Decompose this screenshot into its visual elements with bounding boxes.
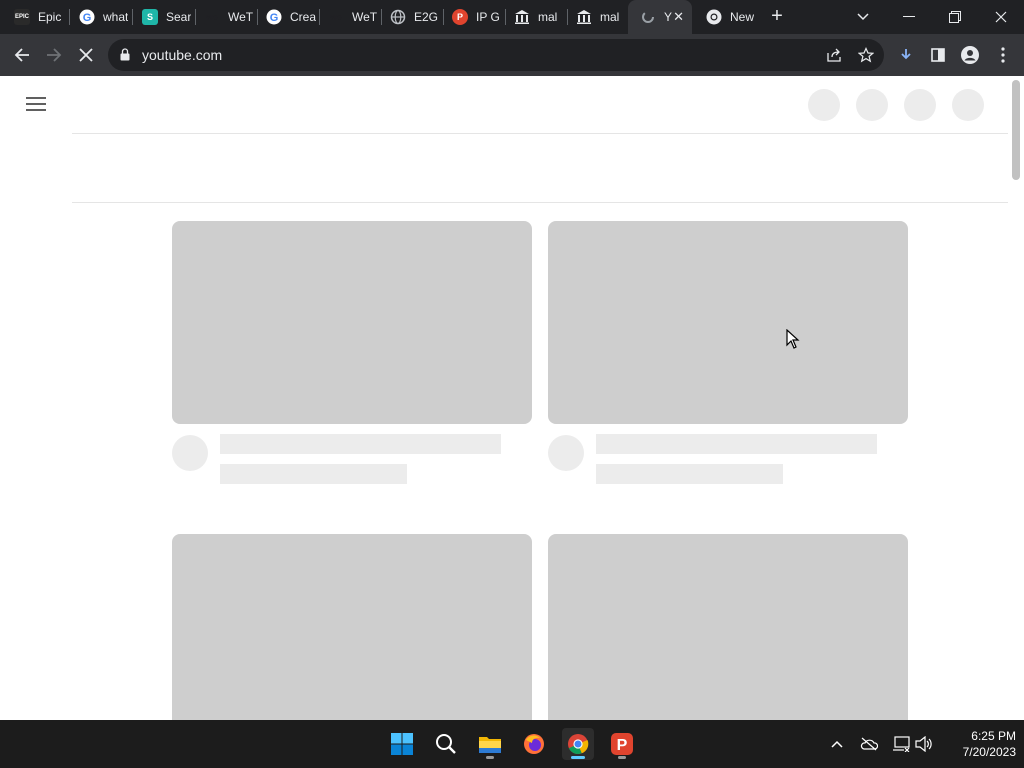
globe-icon xyxy=(390,9,406,25)
tab-search[interactable]: S Sear xyxy=(128,0,196,34)
restore-button[interactable] xyxy=(932,0,978,34)
psiphon-icon: P xyxy=(452,9,468,25)
svg-text:G: G xyxy=(270,12,279,24)
firefox-icon xyxy=(524,734,544,754)
close-window-button[interactable] xyxy=(978,0,1024,34)
onedrive-offline-icon[interactable] xyxy=(857,732,881,756)
profile-icon[interactable] xyxy=(955,40,985,70)
menu-kebab-icon[interactable] xyxy=(988,40,1018,70)
video-thumbnail-skeleton xyxy=(172,534,532,720)
url-text[interactable]: youtube.com xyxy=(142,47,222,63)
video-title-skeleton xyxy=(596,434,877,454)
folder-icon xyxy=(479,737,501,753)
video-meta-skeleton xyxy=(220,464,407,484)
windows-logo-icon xyxy=(391,733,413,755)
google-icon: G xyxy=(79,9,95,25)
channel-avatar-skeleton xyxy=(548,435,584,471)
loading-icon xyxy=(640,9,656,25)
svg-text:G: G xyxy=(83,12,92,24)
web-page-content xyxy=(0,76,1024,720)
hamburger-menu-icon[interactable] xyxy=(26,97,46,111)
google-icon: G xyxy=(266,9,282,25)
header-skeleton-circle xyxy=(904,89,936,121)
tab-e2g[interactable]: E2G xyxy=(376,0,444,34)
back-button[interactable] xyxy=(7,40,37,70)
browser-toolbar: youtube.com xyxy=(0,34,1024,76)
chip-bar-divider xyxy=(72,202,1008,203)
tab-wetransfer-2[interactable]: we WeT xyxy=(314,0,382,34)
clock-date: 7/20/2023 xyxy=(962,745,1016,759)
video-thumbnail-skeleton xyxy=(172,221,532,424)
tab-search-dropdown-icon[interactable] xyxy=(840,0,886,34)
video-thumbnail-skeleton xyxy=(548,221,908,424)
show-hidden-icons-chevron-icon[interactable] xyxy=(825,732,849,756)
psiphon-button[interactable]: P xyxy=(606,728,638,760)
file-explorer-button[interactable] xyxy=(474,728,506,760)
clock-time: 6:25 PM xyxy=(971,729,1016,743)
tab-strip: EPIC Epic G what S Sear we WeT G Crea we… xyxy=(0,0,1024,34)
tab-new-tab[interactable]: New xyxy=(692,0,758,34)
search-site-icon: S xyxy=(142,9,158,25)
system-clock[interactable]: 6:25 PM 7/20/2023 xyxy=(944,728,1016,760)
firefox-button[interactable] xyxy=(518,728,550,760)
stop-loading-button[interactable] xyxy=(71,40,101,70)
side-panel-icon[interactable] xyxy=(923,40,953,70)
wetransfer-icon: we xyxy=(204,9,220,25)
tab-youtube-active[interactable]: Y ✕ xyxy=(628,0,692,34)
bookmark-star-icon[interactable] xyxy=(856,45,876,65)
video-meta-skeleton xyxy=(596,464,783,484)
search-icon xyxy=(436,734,456,754)
page-scrollbar[interactable] xyxy=(1012,80,1020,180)
header-skeleton-circle xyxy=(856,89,888,121)
windows-taskbar: P 6:25 PM 7/20/2023 xyxy=(0,720,1024,768)
chrome-icon xyxy=(568,734,589,755)
lock-icon[interactable] xyxy=(120,48,130,66)
tab-ip[interactable]: P IP G xyxy=(438,0,506,34)
video-thumbnail-skeleton xyxy=(548,534,908,720)
psiphon-icon: P xyxy=(611,733,633,755)
bank-icon xyxy=(514,9,530,25)
download-icon[interactable] xyxy=(891,40,921,70)
tab-epic[interactable]: EPIC Epic xyxy=(0,0,70,34)
volume-icon[interactable] xyxy=(912,732,936,756)
share-icon[interactable] xyxy=(824,45,844,65)
new-tab-button[interactable]: + xyxy=(766,5,788,27)
header-skeleton-circle xyxy=(808,89,840,121)
tab-wetransfer-1[interactable]: we WeT xyxy=(190,0,258,34)
svg-text:P: P xyxy=(617,737,628,754)
close-tab-icon[interactable]: ✕ xyxy=(673,9,684,25)
header-skeleton-circle xyxy=(952,89,984,121)
epic-games-icon: EPIC xyxy=(14,9,30,25)
minimize-button[interactable] xyxy=(886,0,932,34)
mouse-cursor-icon xyxy=(786,328,800,354)
tab-mal-1[interactable]: mal xyxy=(500,0,568,34)
bank-icon xyxy=(576,9,592,25)
header-divider xyxy=(72,133,1008,134)
tab-mal-2[interactable]: mal xyxy=(562,0,630,34)
start-button[interactable] xyxy=(386,728,418,760)
tab-what[interactable]: G what xyxy=(65,0,133,34)
tab-create[interactable]: G Crea xyxy=(252,0,320,34)
search-taskbar-button[interactable] xyxy=(430,728,462,760)
chrome-button[interactable] xyxy=(562,728,594,760)
wetransfer-icon: we xyxy=(328,9,344,25)
network-icon[interactable] xyxy=(889,732,913,756)
address-bar[interactable]: youtube.com xyxy=(108,39,884,71)
chrome-icon xyxy=(706,9,722,25)
video-title-skeleton xyxy=(220,434,501,454)
channel-avatar-skeleton xyxy=(172,435,208,471)
forward-button[interactable] xyxy=(39,40,69,70)
